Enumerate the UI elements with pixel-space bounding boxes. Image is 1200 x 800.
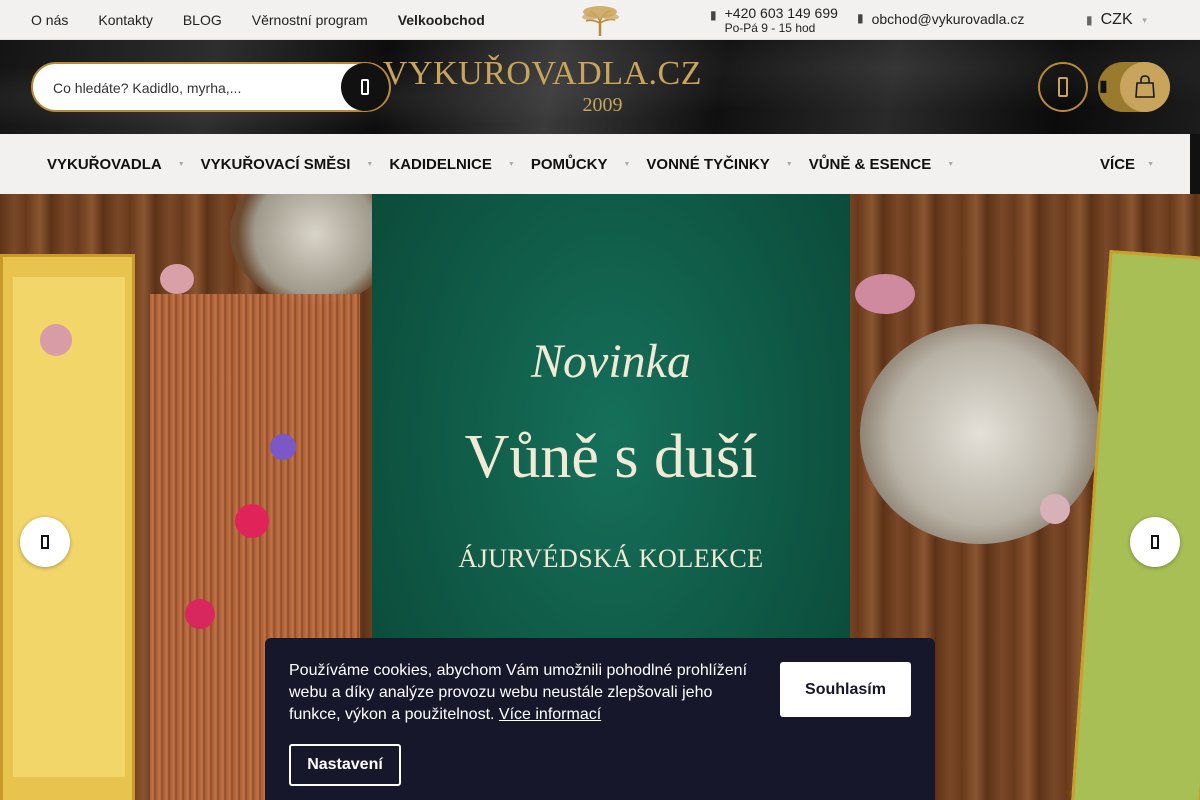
- cookie-agree-button[interactable]: Souhlasím: [780, 662, 911, 717]
- currency-selector[interactable]: ▮ CZK ▼: [1086, 0, 1149, 40]
- email-address[interactable]: obchod@vykurovadla.cz: [872, 11, 1025, 27]
- nav-label: VŮNĚ & ESENCE: [808, 155, 932, 173]
- email-icon: ▮: [857, 11, 864, 25]
- site-header: VYKUŘOVADLA.CZ 2009 ▮: [0, 40, 1200, 134]
- chevron-down-icon: ▼: [507, 160, 515, 168]
- arrow-left-icon: [41, 535, 49, 549]
- currency-value: CZK: [1100, 11, 1133, 28]
- main-nav: VYKUŘOVADLA ▼ VYKUŘOVACÍ SMĚSI ▼ KADIDEL…: [0, 134, 1190, 194]
- hero-tag: Novinka: [531, 335, 691, 388]
- cart-button[interactable]: ▮: [1098, 62, 1170, 112]
- hero-headline: Vůně s duší: [464, 423, 758, 491]
- top-link-contacts[interactable]: Kontakty: [98, 12, 152, 28]
- search-input[interactable]: [53, 76, 333, 100]
- nav-label: VYKUŘOVACÍ SMĚSI: [200, 155, 351, 173]
- nav-item-vykurovadla[interactable]: VYKUŘOVADLA ▼: [47, 156, 185, 173]
- user-icon: [1058, 77, 1068, 97]
- nav-label: VONNÉ TYČINKY: [646, 155, 770, 173]
- currency-icon: ▮: [1086, 13, 1093, 27]
- phone-number[interactable]: +420 603 149 699: [725, 5, 838, 21]
- tree-logo-icon[interactable]: [578, 3, 622, 37]
- search-icon: [361, 79, 369, 95]
- cookie-settings-button[interactable]: Nastavení: [289, 744, 401, 786]
- chevron-down-icon: ▼: [623, 160, 631, 168]
- site-logo[interactable]: VYKUŘOVADLA.CZ 2009: [383, 54, 702, 116]
- top-link-loyalty[interactable]: Věrnostní program: [252, 12, 368, 28]
- nav-item-smesi[interactable]: VYKUŘOVACÍ SMĚSI ▼: [201, 156, 374, 173]
- slider-next-button[interactable]: [1130, 517, 1180, 567]
- hero-flower: [185, 599, 215, 629]
- slider-prev-button[interactable]: [20, 517, 70, 567]
- cart-circle: [1120, 62, 1170, 112]
- chevron-down-icon: ▼: [785, 160, 793, 168]
- top-link-blog[interactable]: BLOG: [183, 12, 222, 28]
- logo-name: VYKUŘOVADLA.CZ: [383, 55, 702, 92]
- hero-flower: [160, 264, 194, 294]
- nav-more-label: VÍCE: [1100, 155, 1136, 173]
- nav-label: VYKUŘOVADLA: [47, 155, 162, 173]
- email-contact[interactable]: ▮ obchod@vykurovadla.cz: [857, 11, 1024, 27]
- top-bar: O nás Kontakty BLOG Věrnostní program Ve…: [0, 0, 1200, 40]
- account-button[interactable]: [1038, 62, 1088, 112]
- nav-item-tycinky[interactable]: VONNÉ TYČINKY ▼: [646, 156, 792, 173]
- cookie-text: Používáme cookies, abychom Vám umožnili …: [289, 660, 759, 726]
- shopping-bag-icon: [1135, 75, 1155, 98]
- nav-item-kadidelnice[interactable]: KADIDELNICE ▼: [389, 156, 514, 173]
- nav-item-pomucky[interactable]: POMŮCKY ▼: [531, 156, 631, 173]
- logo-year: 2009: [582, 94, 623, 116]
- chevron-down-icon: ▼: [1147, 160, 1154, 168]
- top-link-about[interactable]: O nás: [31, 12, 68, 28]
- cart-count-icon: ▮: [1099, 78, 1108, 95]
- phone-icon: ▮: [710, 8, 717, 22]
- hero-collection: ÁJURVÉDSKÁ KOLEKCE: [458, 544, 764, 573]
- phone-contact[interactable]: ▮ +420 603 149 699 Po-Pá 9 - 15 hod: [710, 5, 838, 35]
- nav-label: POMŮCKY: [530, 155, 608, 173]
- top-links: O nás Kontakty BLOG Věrnostní program Ve…: [31, 0, 485, 40]
- search-box: [31, 62, 391, 112]
- chevron-down-icon: ▼: [177, 160, 185, 168]
- hero-flower: [40, 324, 72, 356]
- nav-label: KADIDELNICE: [389, 155, 492, 173]
- hero-flower: [235, 504, 269, 538]
- nav-more[interactable]: VÍCE ▼: [1100, 134, 1154, 194]
- hero-flower: [1040, 494, 1070, 524]
- arrow-right-icon: [1151, 535, 1159, 549]
- top-link-wholesale[interactable]: Velkoobchod: [398, 12, 485, 28]
- hero-flower: [855, 274, 915, 314]
- cookie-more-link[interactable]: Více informací: [499, 706, 601, 723]
- cookie-banner: Používáme cookies, abychom Vám umožnili …: [265, 638, 935, 800]
- chevron-down-icon: ▼: [366, 160, 374, 168]
- chevron-down-icon: ▼: [1140, 15, 1149, 25]
- chevron-down-icon: ▼: [947, 160, 955, 168]
- opening-hours: Po-Pá 9 - 15 hod: [724, 21, 816, 35]
- search-button[interactable]: [341, 63, 389, 111]
- nav-edge: [1190, 134, 1200, 194]
- nav-item-vune[interactable]: VŮNĚ & ESENCE ▼: [809, 156, 954, 173]
- hero-flower: [270, 434, 296, 460]
